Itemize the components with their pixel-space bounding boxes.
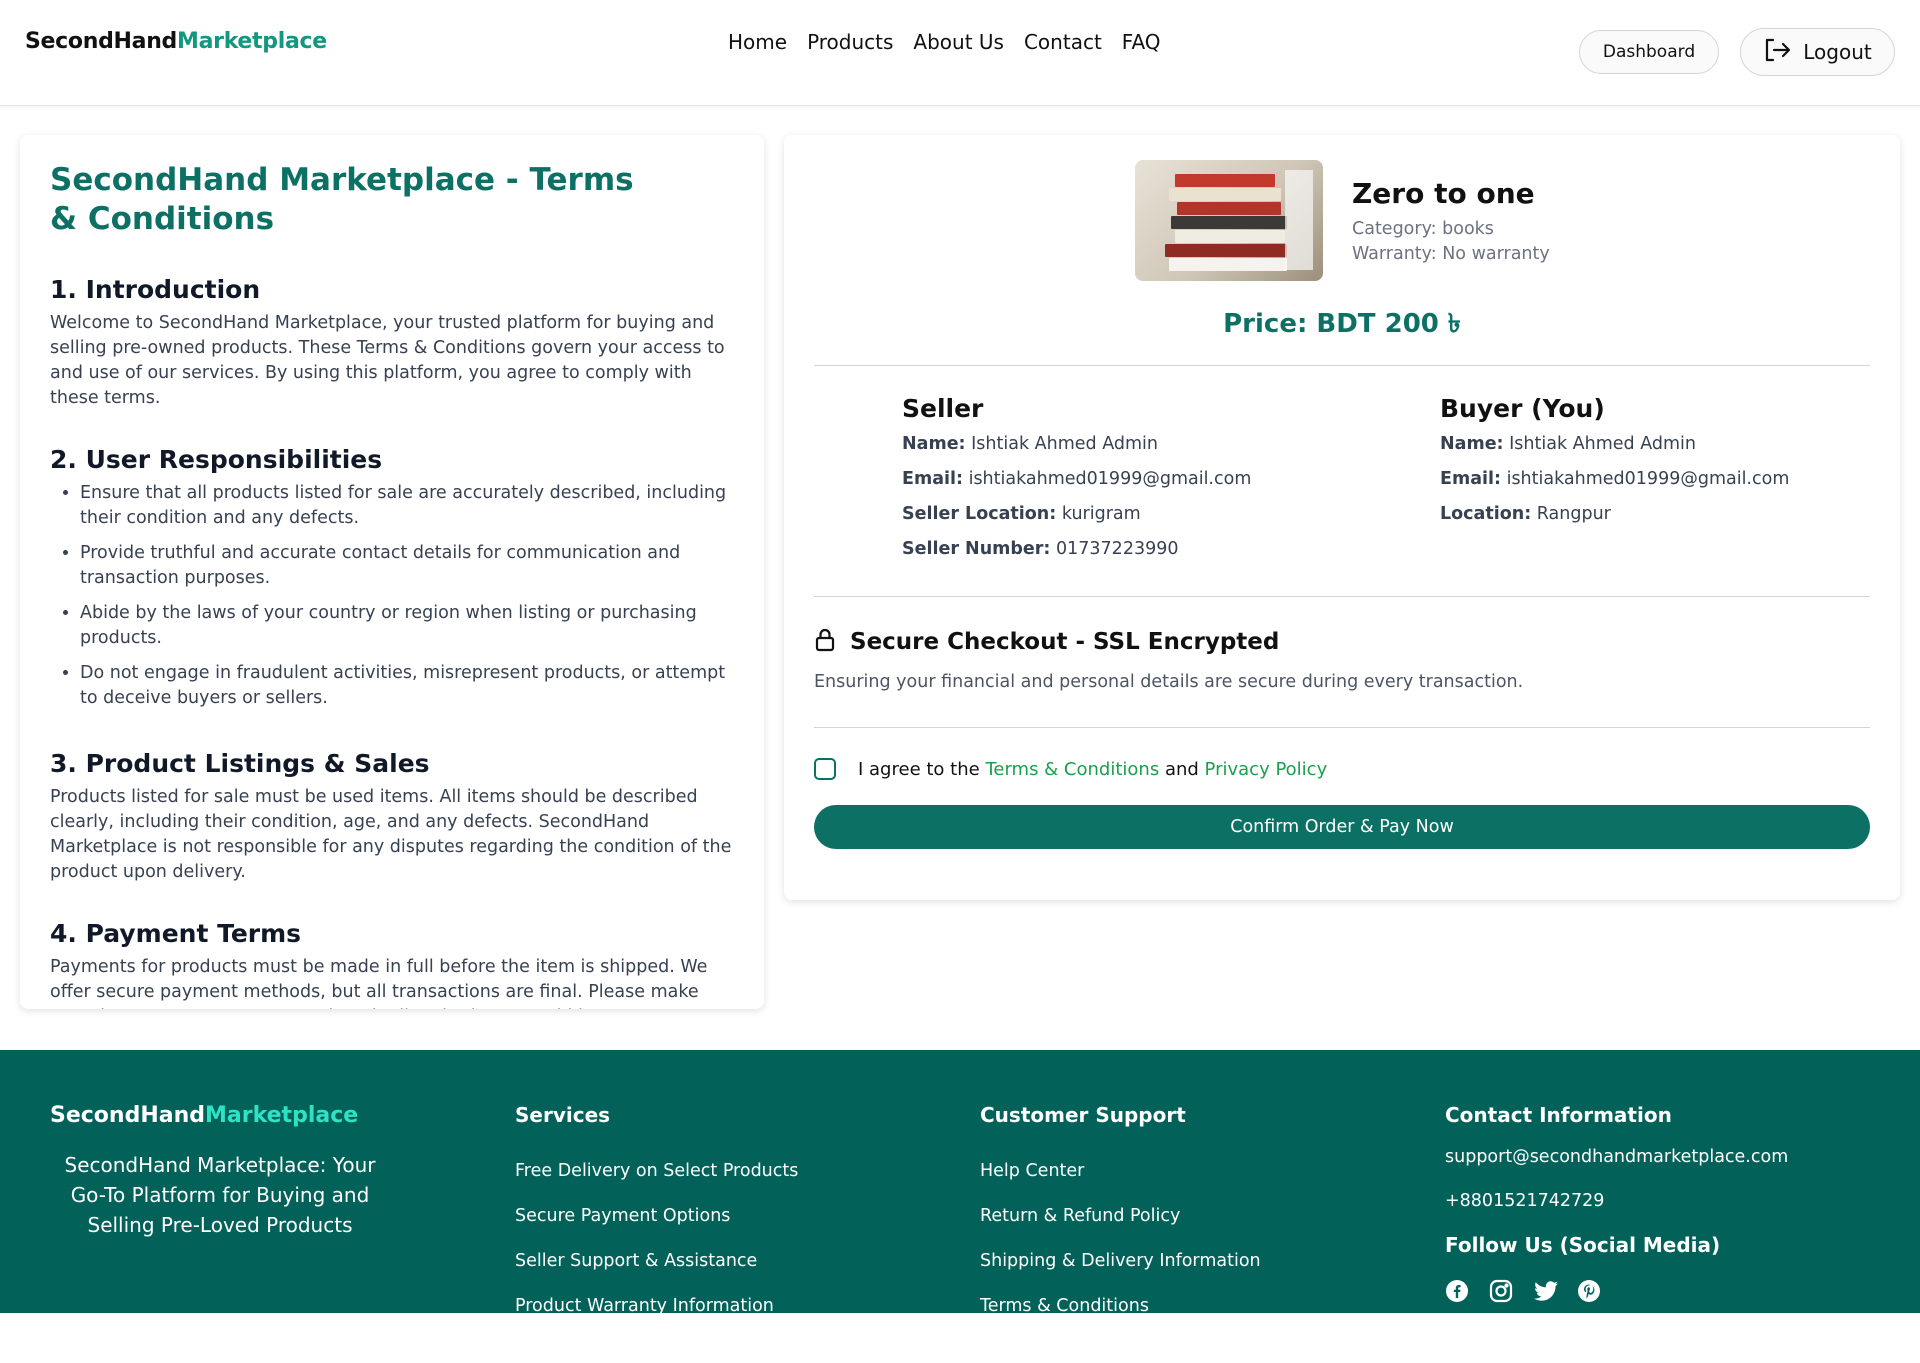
product-warranty: Warranty: No warranty (1352, 244, 1550, 264)
buyer-location-row: Location: Rangpur (1440, 504, 1611, 524)
instagram-icon[interactable] (1489, 1279, 1513, 1303)
footer-link[interactable]: Free Delivery on Select Products (515, 1149, 798, 1194)
footer-link[interactable]: Help Center (980, 1149, 1261, 1194)
contact-phone[interactable]: +8801521742729 (1445, 1179, 1788, 1223)
seller-location-row: Seller Location: kurigram (902, 504, 1141, 524)
logout-label: Logout (1803, 40, 1872, 64)
follow-heading: Follow Us (Social Media) (1445, 1233, 1721, 1257)
section-body-payment-terms: Payments for products must be made in fu… (50, 957, 708, 1009)
footer-services: Services Free Delivery on Select Product… (515, 1103, 798, 1313)
facebook-icon[interactable] (1445, 1279, 1469, 1303)
section-body-product-listings: Products listed for sale must be used it… (50, 787, 732, 882)
footer-link[interactable]: Seller Support & Assistance (515, 1239, 798, 1284)
buyer-email-row: Email: ishtiakahmed01999@gmail.com (1440, 469, 1790, 489)
secure-checkout-title: Secure Checkout - SSL Encrypted (850, 629, 1280, 655)
contact-email[interactable]: support@secondhandmarketplace.com (1445, 1135, 1788, 1179)
footer-contact: Contact Information support@secondhandma… (1445, 1103, 1788, 1303)
services-heading: Services (515, 1103, 611, 1127)
seller-name-row: Name: Ishtiak Ahmed Admin (902, 434, 1158, 454)
seller-number-row: Seller Number: 01737223990 (902, 539, 1179, 559)
site-footer: SecondHandMarketplace SecondHand Marketp… (0, 1050, 1920, 1313)
social-links (1445, 1279, 1788, 1303)
section-heading-product-listings: 3. Product Listings & Sales (50, 749, 430, 778)
nav-products[interactable]: Products (807, 30, 893, 54)
footer-link[interactable]: Product Warranty Information (515, 1284, 798, 1313)
footer-logo-main: SecondHand (50, 1103, 205, 1128)
nav-about-us[interactable]: About Us (913, 30, 1004, 54)
support-heading: Customer Support (980, 1103, 1186, 1127)
checkout-card: Zero to one Category: books Warranty: No… (784, 135, 1900, 900)
lock-icon (814, 628, 836, 656)
footer-link[interactable]: Secure Payment Options (515, 1194, 798, 1239)
secure-checkout-heading: Secure Checkout - SSL Encrypted (814, 628, 1279, 656)
product-image (1135, 160, 1323, 281)
confirm-order-label: Confirm Order & Pay Now (1230, 817, 1454, 837)
logout-button[interactable]: Logout (1740, 28, 1895, 76)
divider (814, 596, 1870, 597)
nav-faq[interactable]: FAQ (1122, 30, 1161, 54)
seller-heading: Seller (902, 394, 984, 423)
footer-link[interactable]: Shipping & Delivery Information (980, 1239, 1261, 1284)
section-heading-payment-terms: 4. Payment Terms (50, 919, 302, 948)
footer-support: Customer Support Help Center Return & Re… (980, 1103, 1261, 1313)
product-meta: Category: books Warranty: No warranty (1352, 217, 1550, 267)
footer-logo[interactable]: SecondHandMarketplace (50, 1103, 358, 1128)
product-price: Price: BDT 200 ৳ (1223, 309, 1461, 339)
responsibilities-list: Ensure that all products listed for sale… (50, 481, 734, 711)
buyer-info: Buyer (You) Name: Ishtiak Ahmed Admin Em… (1440, 393, 1789, 532)
logo-accent-text: Marketplace (177, 29, 327, 54)
list-item: Do not engage in fraudulent activities, … (80, 661, 734, 711)
agree-prefix: I agree to the (858, 758, 980, 780)
logout-icon (1763, 37, 1791, 68)
section-body-introduction: Welcome to SecondHand Marketplace, your … (50, 313, 725, 408)
terms-link[interactable]: Terms & Conditions (985, 759, 1159, 780)
seller-info: Seller Name: Ishtiak Ahmed Admin Email: … (902, 393, 1251, 567)
main-nav: Home Products About Us Contact FAQ (728, 30, 1161, 54)
dashboard-label: Dashboard (1602, 42, 1696, 62)
logo-main-text: SecondHand (25, 29, 177, 54)
list-item: Provide truthful and accurate contact de… (80, 541, 734, 591)
pinterest-icon[interactable] (1577, 1279, 1601, 1303)
terms-card[interactable]: SecondHand Marketplace - Terms & Conditi… (20, 135, 764, 1009)
product-name: Zero to one (1352, 177, 1535, 210)
site-logo[interactable]: SecondHandMarketplace (25, 29, 327, 54)
dashboard-button[interactable]: Dashboard (1579, 30, 1719, 74)
agree-and: and (1164, 758, 1199, 780)
section-heading-introduction: 1. Introduction (50, 275, 261, 304)
footer-link[interactable]: Return & Refund Policy (980, 1194, 1261, 1239)
nav-contact[interactable]: Contact (1024, 30, 1102, 54)
buyer-name-row: Name: Ishtiak Ahmed Admin (1440, 434, 1696, 454)
nav-home[interactable]: Home (728, 30, 787, 54)
seller-email-row: Email: ishtiakahmed01999@gmail.com (902, 469, 1252, 489)
contact-heading: Contact Information (1445, 1103, 1672, 1127)
terms-title: SecondHand Marketplace - Terms & Conditi… (50, 162, 634, 237)
list-item: Abide by the laws of your country or reg… (80, 601, 734, 651)
site-header: SecondHandMarketplace Home Products Abou… (0, 0, 1920, 106)
product-category: Category: books (1352, 219, 1494, 239)
secure-checkout-desc: Ensuring your financial and personal det… (814, 672, 1524, 692)
footer-tagline: SecondHand Marketplace: Your Go-To Platf… (64, 1153, 376, 1237)
list-item: Ensure that all products listed for sale… (80, 481, 734, 531)
twitter-icon[interactable] (1533, 1279, 1558, 1303)
section-heading-user-responsibilities: 2. User Responsibilities (50, 445, 383, 474)
footer-logo-accent: Marketplace (205, 1103, 359, 1128)
privacy-link[interactable]: Privacy Policy (1205, 759, 1328, 780)
agree-row: I agree to the Terms & Conditions and Pr… (814, 758, 1327, 780)
divider (814, 365, 1870, 366)
buyer-heading: Buyer (You) (1440, 394, 1605, 423)
confirm-order-button[interactable]: Confirm Order & Pay Now (814, 805, 1870, 849)
footer-link[interactable]: Terms & Conditions (980, 1284, 1261, 1313)
divider (814, 727, 1870, 728)
agree-checkbox[interactable] (814, 758, 836, 780)
